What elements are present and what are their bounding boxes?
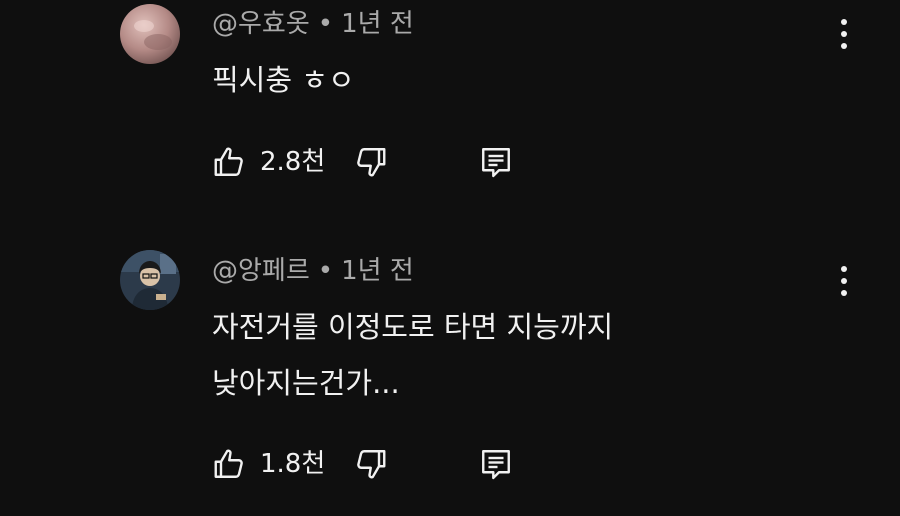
user-avatar-illustrated-icon: [120, 250, 180, 310]
meta-separator: •: [317, 9, 334, 39]
avatar[interactable]: [120, 250, 180, 310]
like-button[interactable]: 2.8천: [212, 140, 342, 184]
reply-button[interactable]: [478, 442, 518, 486]
reply-comment-icon: [482, 450, 510, 480]
more-vertical-icon: [841, 19, 847, 49]
comment-author-handle[interactable]: @우효옷: [212, 9, 310, 39]
comment-menu-button[interactable]: [832, 14, 856, 54]
like-count: 2.8천: [260, 147, 326, 177]
reply-button[interactable]: [478, 140, 518, 184]
comment-meta: @앙페르 • 1년 전: [212, 255, 414, 287]
comment-timestamp[interactable]: 1년 전: [341, 9, 414, 39]
comment-item: @앙페르 • 1년 전 자전거를 이정도로 타면 지능까지 낮아지는건가... 1.…: [0, 245, 900, 516]
comment-text: 픽시충 ㅎㅇ: [212, 52, 355, 108]
dislike-button[interactable]: [352, 442, 392, 486]
comment-actions: 1.8천: [212, 442, 612, 486]
dislike-button[interactable]: [352, 140, 392, 184]
thumbs-down-icon: [357, 148, 386, 177]
comment-author-handle[interactable]: @앙페르: [212, 256, 310, 286]
more-vertical-icon: [841, 266, 847, 296]
thumbs-up-icon: [214, 449, 243, 478]
avatar[interactable]: [120, 4, 180, 64]
comment-text-line: 낮아지는건가...: [212, 366, 400, 400]
like-button[interactable]: 1.8천: [212, 442, 342, 486]
comment-timestamp[interactable]: 1년 전: [341, 256, 414, 286]
thumbs-down-icon: [357, 450, 386, 479]
comment-text-line: 픽시충 ㅎㅇ: [212, 63, 355, 97]
thumbs-up-icon: [214, 147, 243, 176]
comment-text-line: 자전거를 이정도로 타면 지능까지: [212, 310, 614, 344]
like-count: 1.8천: [260, 449, 326, 479]
comment-actions: 2.8천: [212, 140, 612, 184]
comment-meta: @우효옷 • 1년 전: [212, 8, 414, 40]
comment-text: 자전거를 이정도로 타면 지능까지 낮아지는건가...: [212, 299, 613, 411]
user-avatar-pink-icon: [120, 4, 180, 64]
reply-comment-icon: [482, 148, 510, 178]
comment-item: @우효옷 • 1년 전 픽시충 ㅎㅇ 2.8천: [0, 0, 900, 200]
comment-menu-button[interactable]: [832, 261, 856, 301]
meta-separator: •: [317, 256, 334, 286]
